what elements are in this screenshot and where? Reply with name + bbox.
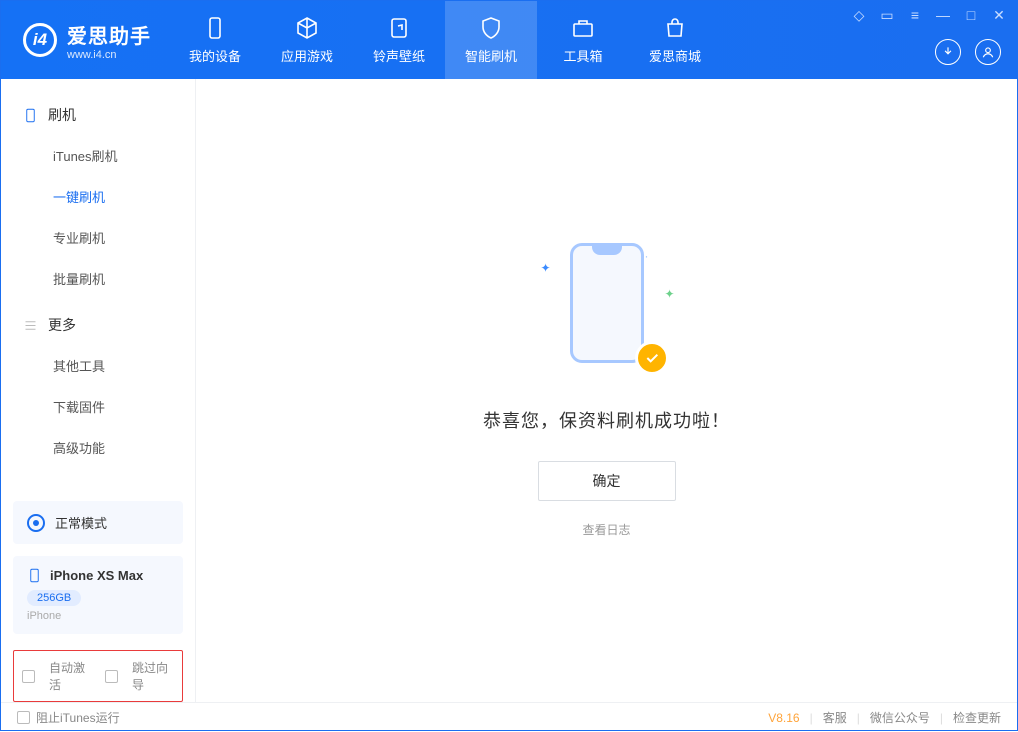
auto-activate-checkbox[interactable]	[22, 670, 35, 683]
sparkle-icon: ✦	[664, 287, 674, 301]
success-graphic: ✦ ✦ ·	[537, 243, 677, 383]
menu-icon[interactable]: ≡	[907, 7, 923, 23]
minimize-icon[interactable]: —	[935, 7, 951, 23]
device-type: iPhone	[27, 610, 169, 622]
version-label: V8.16	[768, 711, 799, 725]
device-card[interactable]: iPhone XS Max 256GB iPhone	[13, 556, 183, 634]
sidebar-item-itunes-flash[interactable]: iTunes刷机	[1, 135, 195, 176]
sidebar: 刷机 iTunes刷机 一键刷机 专业刷机 批量刷机 更多 其他工具 下载固件 …	[1, 79, 196, 702]
footer-link-service[interactable]: 客服	[823, 709, 847, 726]
header: i4 爱思助手 www.i4.cn 我的设备 应用游戏 铃声壁纸 智能刷机 工具…	[1, 1, 1017, 79]
footer-link-update[interactable]: 检查更新	[953, 709, 1001, 726]
app-title: 爱思助手	[67, 20, 151, 49]
phone-illustration	[570, 243, 644, 363]
sidebar-item-download-firmware[interactable]: 下载固件	[1, 386, 195, 427]
block-itunes-checkbox[interactable]	[17, 711, 30, 724]
mode-label: 正常模式	[55, 513, 107, 532]
main-content: ✦ ✦ · 恭喜您，保资料刷机成功啦！ 确定 查看日志	[196, 79, 1017, 702]
nav-smart-flash[interactable]: 智能刷机	[445, 1, 537, 79]
mode-card[interactable]: 正常模式	[13, 501, 183, 544]
sidebar-item-other-tools[interactable]: 其他工具	[1, 345, 195, 386]
sidebar-item-pro-flash[interactable]: 专业刷机	[1, 217, 195, 258]
device-name: iPhone XS Max	[50, 568, 143, 583]
app-subtitle: www.i4.cn	[67, 49, 151, 61]
close-icon[interactable]: ✕	[991, 7, 1007, 23]
device-small-icon	[27, 568, 42, 583]
success-check-icon	[635, 341, 669, 375]
footer-link-wechat[interactable]: 微信公众号	[870, 709, 930, 726]
nav-label: 爱思商城	[649, 46, 701, 65]
ok-button[interactable]: 确定	[538, 461, 676, 501]
skip-guide-label: 跳过向导	[132, 659, 174, 693]
user-icon[interactable]	[975, 39, 1001, 65]
logo-icon: i4	[23, 23, 57, 57]
cube-icon	[295, 16, 319, 40]
list-icon	[23, 318, 38, 333]
nav-label: 铃声壁纸	[373, 46, 425, 65]
nav-ringtones[interactable]: 铃声壁纸	[353, 1, 445, 79]
mode-indicator-icon	[27, 514, 45, 532]
flash-options-row: 自动激活 跳过向导	[13, 650, 183, 702]
bag-icon	[663, 16, 687, 40]
toolbox-icon	[571, 16, 595, 40]
sparkle-icon: ✦	[541, 261, 551, 275]
sparkle-icon: ·	[645, 249, 649, 263]
sidebar-item-oneclick-flash[interactable]: 一键刷机	[1, 176, 195, 217]
logo: i4 爱思助手 www.i4.cn	[1, 20, 169, 61]
skin-icon[interactable]: ◇	[851, 7, 867, 23]
nav-toolbox[interactable]: 工具箱	[537, 1, 629, 79]
shield-icon	[479, 16, 503, 40]
block-itunes-label: 阻止iTunes运行	[36, 709, 120, 726]
nav-apps-games[interactable]: 应用游戏	[261, 1, 353, 79]
nav-label: 应用游戏	[281, 46, 333, 65]
nav-label: 智能刷机	[465, 46, 517, 65]
sidebar-section-more: 更多	[1, 307, 195, 345]
nav-my-device[interactable]: 我的设备	[169, 1, 261, 79]
top-nav: 我的设备 应用游戏 铃声壁纸 智能刷机 工具箱 爱思商城	[169, 1, 721, 79]
device-icon	[203, 16, 227, 40]
auto-activate-label: 自动激活	[49, 659, 91, 693]
sidebar-item-batch-flash[interactable]: 批量刷机	[1, 258, 195, 299]
nav-label: 工具箱	[563, 46, 602, 65]
device-storage-badge: 256GB	[27, 590, 81, 606]
maximize-icon[interactable]: □	[963, 7, 979, 23]
sidebar-section-flash: 刷机	[1, 97, 195, 135]
music-icon	[387, 16, 411, 40]
window-controls: ◇ ▭ ≡ — □ ✕	[851, 7, 1007, 23]
header-actions	[935, 39, 1001, 65]
nav-store[interactable]: 爱思商城	[629, 1, 721, 79]
view-log-link[interactable]: 查看日志	[582, 521, 630, 538]
sidebar-item-advanced[interactable]: 高级功能	[1, 427, 195, 468]
footer: 阻止iTunes运行 V8.16 | 客服 | 微信公众号 | 检查更新	[1, 702, 1017, 732]
nav-label: 我的设备	[189, 46, 241, 65]
download-icon[interactable]	[935, 39, 961, 65]
skip-guide-checkbox[interactable]	[105, 670, 118, 683]
phone-icon	[23, 108, 38, 123]
success-message: 恭喜您，保资料刷机成功啦！	[483, 407, 730, 433]
feedback-icon[interactable]: ▭	[879, 7, 895, 23]
